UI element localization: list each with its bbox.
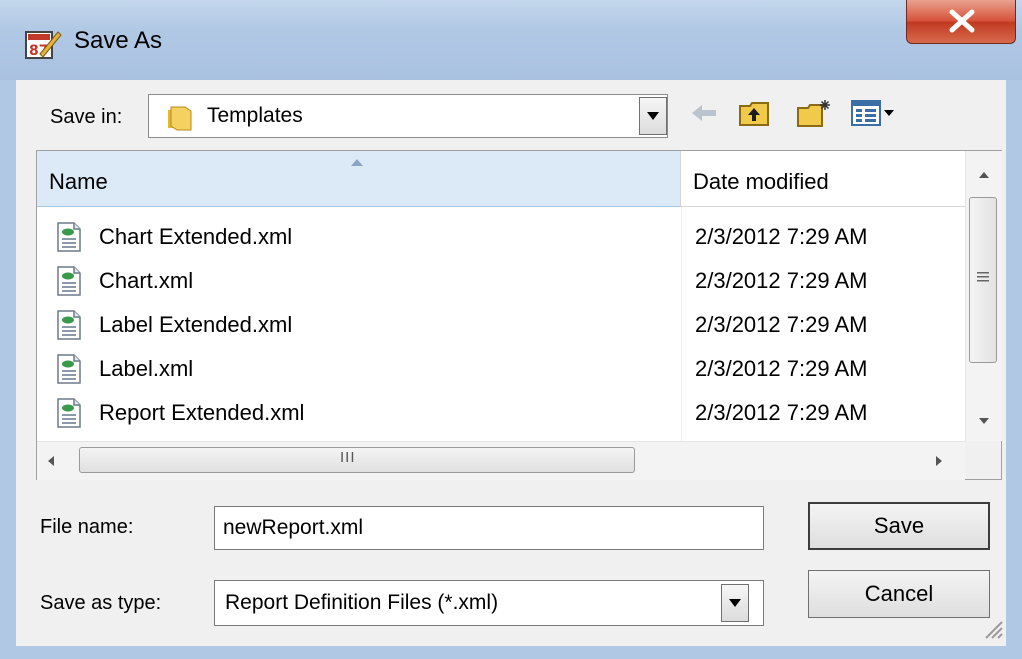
close-icon <box>949 9 975 33</box>
column-header-name[interactable]: Name <box>37 151 681 207</box>
cancel-button[interactable]: Cancel <box>808 570 990 618</box>
save-as-type-dropdown-button[interactable] <box>721 584 749 622</box>
column-header-date-modified[interactable]: Date modified <box>681 151 965 207</box>
horizontal-scrollbar[interactable]: III <box>37 441 965 480</box>
save-button[interactable]: Save <box>808 502 990 550</box>
up-folder-icon[interactable] <box>738 98 770 128</box>
file-date: 2/3/2012 7:29 AM <box>695 356 868 381</box>
file-name: Label.xml <box>99 356 194 381</box>
file-list[interactable]: Name Date modified Chart Extended.xml 2/… <box>36 150 1002 480</box>
file-name: Report Extended.xml <box>99 400 305 425</box>
save-as-type-dropdown[interactable]: Report Definition Files (*.xml) <box>214 580 764 626</box>
column-header-date-label: Date modified <box>693 169 829 194</box>
file-name: Chart Extended.xml <box>99 224 293 249</box>
window-title: Save As <box>74 27 163 54</box>
chevron-down-icon <box>729 599 741 607</box>
file-row[interactable]: Report Extended.xml 2/3/2012 7:29 AM <box>37 391 965 435</box>
file-row[interactable]: Label Extended.xml 2/3/2012 7:29 AM <box>37 303 965 347</box>
window-frame-left <box>0 80 16 659</box>
scroll-down-arrow-icon[interactable] <box>978 417 990 425</box>
file-row[interactable]: Chart Extended.xml 2/3/2012 7:29 AM <box>37 215 965 259</box>
report-edit-icon: 87 <box>25 31 62 59</box>
xml-file-icon <box>57 222 81 252</box>
xml-file-icon <box>57 310 81 340</box>
sort-ascending-icon <box>351 159 363 166</box>
scrollbar-corner <box>965 441 1001 479</box>
vertical-scrollbar[interactable] <box>965 151 1002 441</box>
file-name-input[interactable]: newReport.xml <box>214 506 764 550</box>
xml-file-icon <box>57 398 81 428</box>
save-in-value: Templates <box>207 104 303 127</box>
file-row[interactable]: Chart.xml 2/3/2012 7:29 AM <box>37 259 965 303</box>
scroll-up-arrow-icon[interactable] <box>978 171 990 179</box>
file-name: Chart.xml <box>99 268 194 293</box>
file-date: 2/3/2012 7:29 AM <box>695 224 868 249</box>
xml-file-icon <box>57 354 81 384</box>
save-in-dropdown-button[interactable] <box>639 97 667 135</box>
file-name: Label Extended.xml <box>99 312 293 337</box>
window-frame-bottom <box>0 646 1022 659</box>
new-folder-icon[interactable] <box>796 98 832 128</box>
file-name-label: File name: <box>40 516 134 538</box>
file-date: 2/3/2012 7:29 AM <box>695 400 868 425</box>
save-in-label: Save in: <box>50 106 123 128</box>
scroll-right-arrow-icon[interactable] <box>935 455 943 467</box>
window-frame-right <box>1006 80 1022 659</box>
scroll-grip: III <box>340 449 356 466</box>
close-button[interactable] <box>906 0 1016 44</box>
save-as-type-label: Save as type: <box>40 592 162 614</box>
title-bar: 87 Save As <box>0 0 1022 80</box>
grip-icon <box>977 272 989 282</box>
views-menu-icon[interactable] <box>850 98 898 128</box>
vertical-scroll-thumb[interactable] <box>969 197 997 363</box>
file-name-value: newReport.xml <box>223 516 364 539</box>
back-arrow-icon[interactable] <box>690 98 718 128</box>
column-header-name-label: Name <box>49 169 108 194</box>
save-in-dropdown[interactable]: Templates <box>148 94 668 138</box>
resize-grip-icon[interactable] <box>982 618 1004 640</box>
chevron-down-icon <box>647 112 659 120</box>
file-row[interactable]: Label.xml 2/3/2012 7:29 AM <box>37 347 965 391</box>
file-date: 2/3/2012 7:29 AM <box>695 312 868 337</box>
folder-icon <box>168 106 192 131</box>
save-as-type-value: Report Definition Files (*.xml) <box>225 591 499 614</box>
xml-file-icon <box>57 266 81 296</box>
file-date: 2/3/2012 7:29 AM <box>695 268 868 293</box>
horizontal-scroll-thumb[interactable]: III <box>79 447 635 473</box>
scroll-left-arrow-icon[interactable] <box>47 455 55 467</box>
